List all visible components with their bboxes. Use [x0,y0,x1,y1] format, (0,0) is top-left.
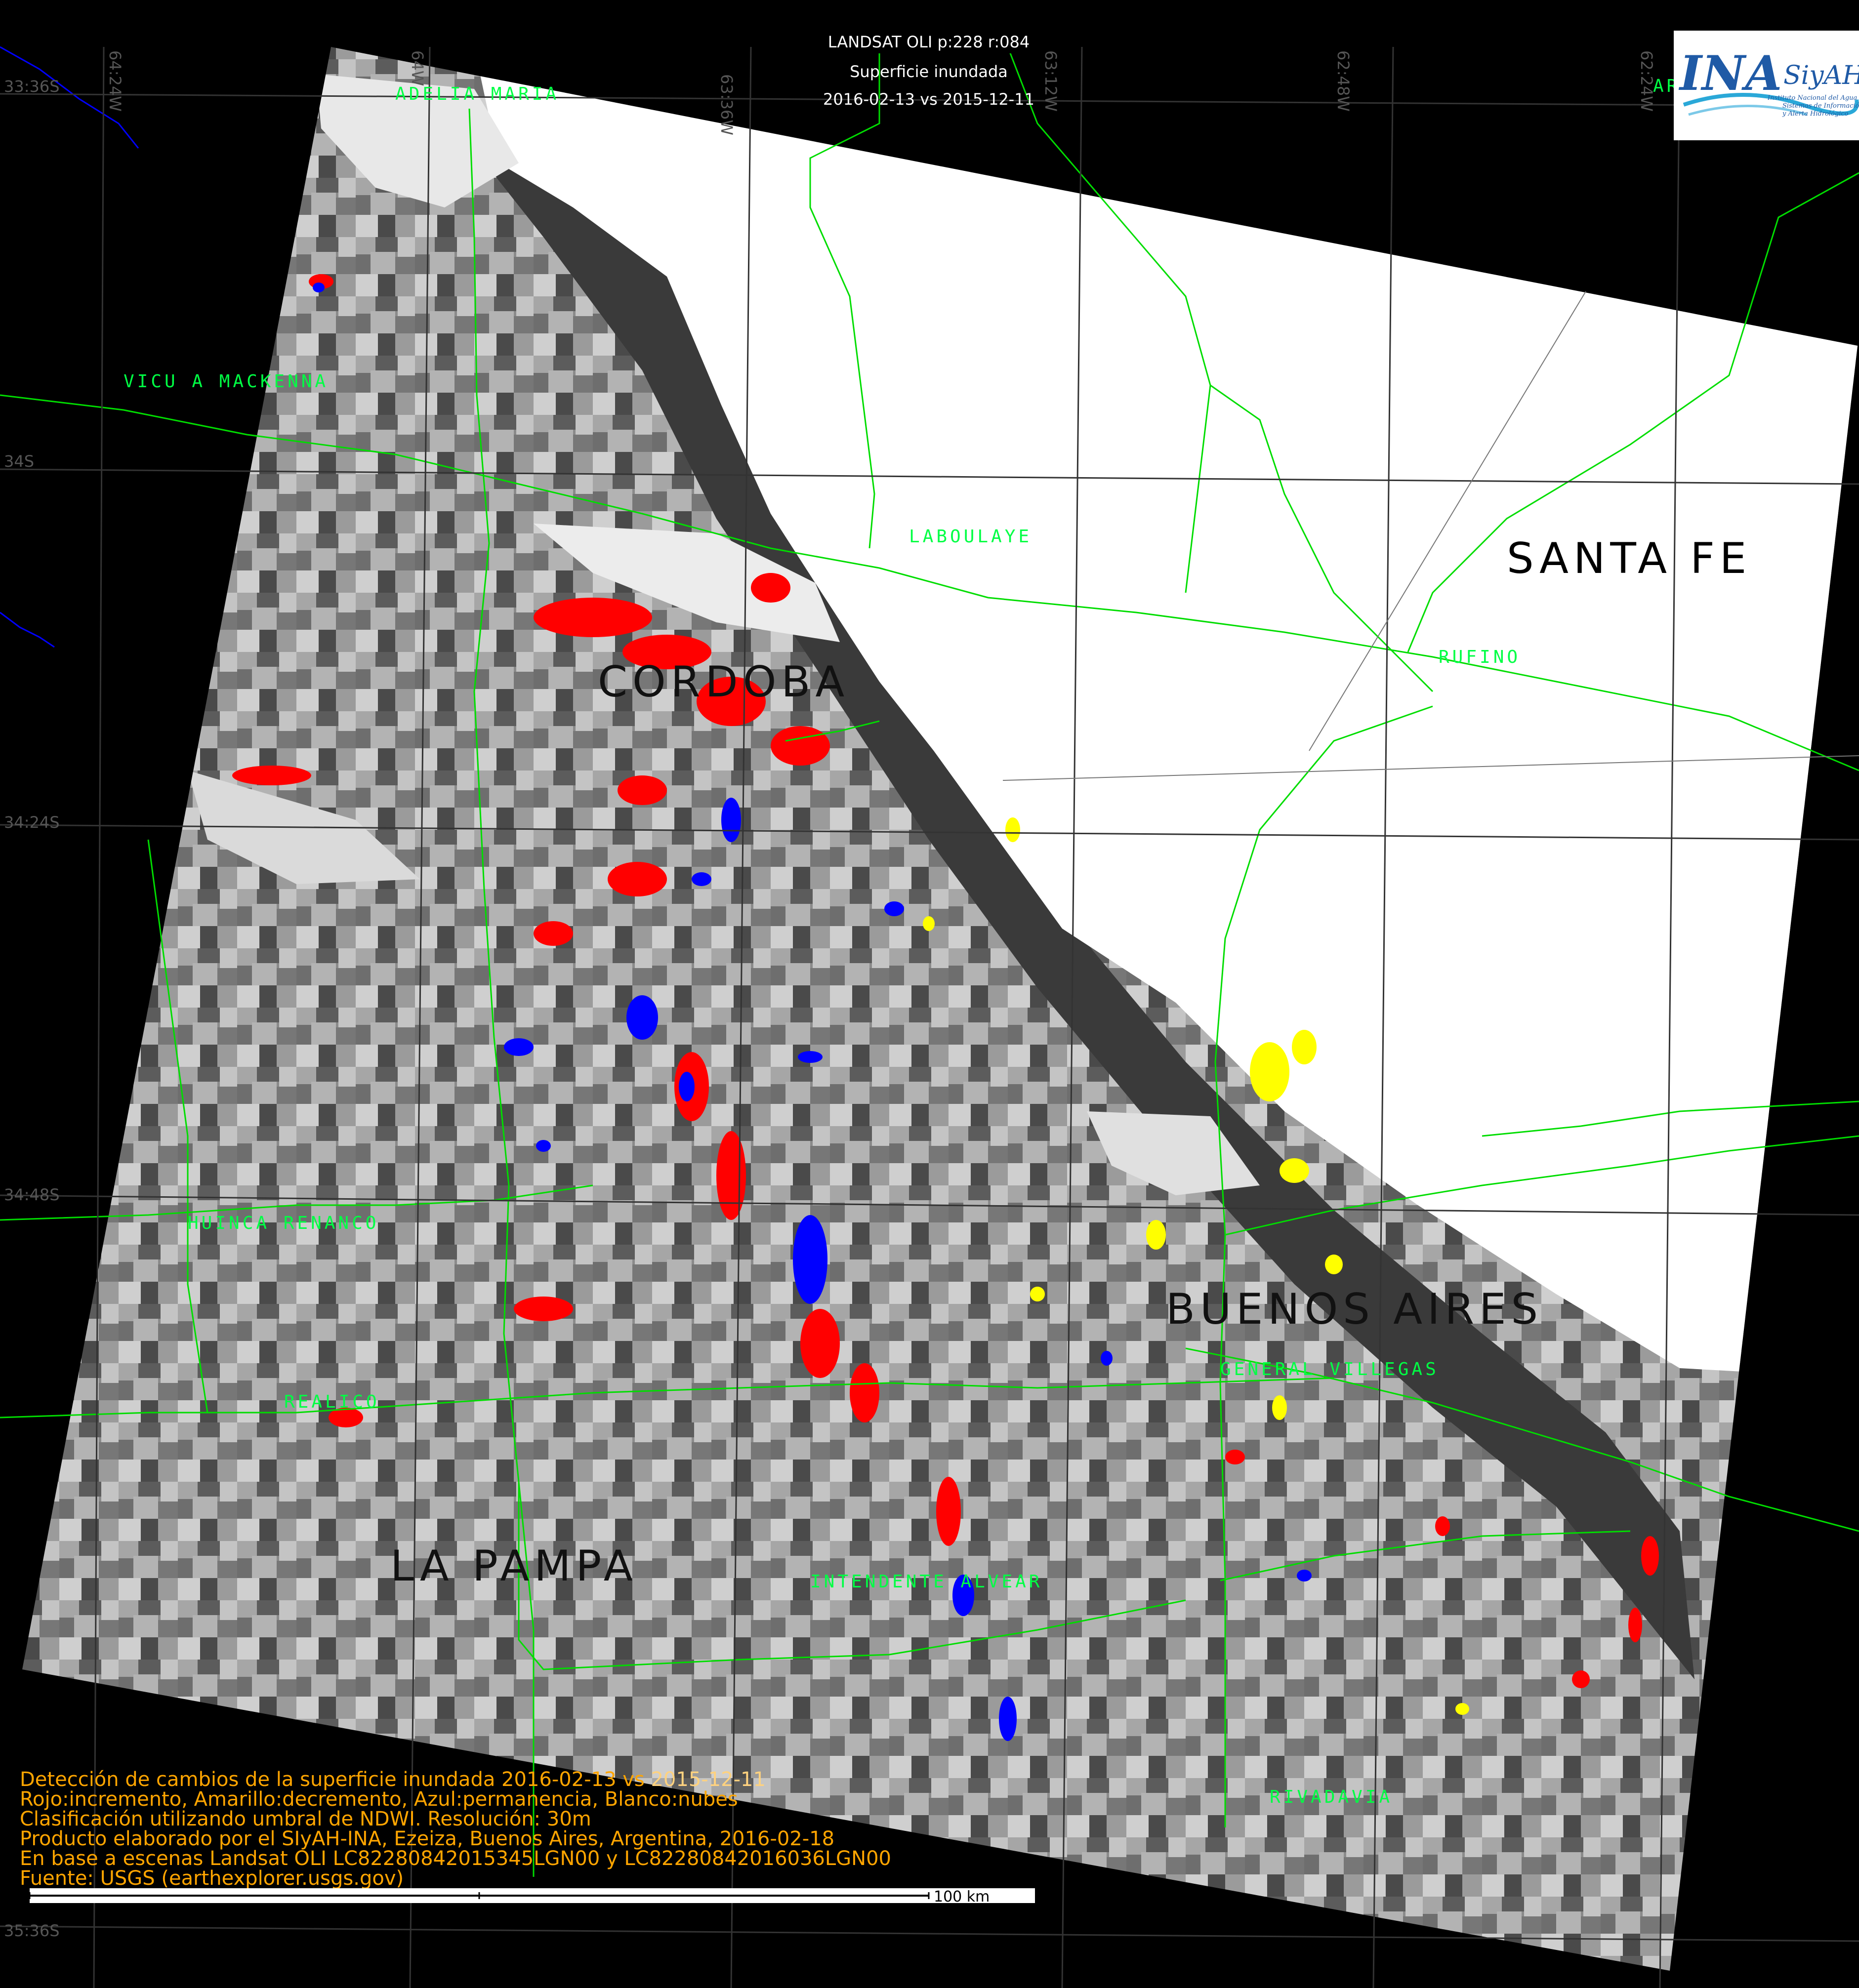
legend-line-3: Clasificación utilizando umbral de NDWI.… [20,1808,591,1830]
dept-label-general-villegas: GENERAL VILLEGAS [1220,1359,1439,1379]
dept-label-laboulaye: LABOULAYE [909,527,1032,547]
dept-label-realico: REALICO [284,1392,380,1412]
header-title: LANDSAT OLI p:228 r:084 [820,31,1037,53]
lon-label: 63:12W [1041,50,1060,112]
province-label-la-pampa: LA PAMPA [390,1542,638,1591]
scale-label: 100 km [934,1888,990,1903]
lon-label: 63:36W [717,74,736,135]
dept-label-intendente-alvear: INTENDENTE ALVEAR [810,1572,1042,1592]
legend-block: Detección de cambios de la superficie in… [20,1770,1107,1888]
logo-sub-3: y Alerta Hidrológico [1782,110,1849,118]
dept-label-rivadavia: RIVADAVIA [1270,1787,1393,1807]
scale-bar: 100 km [30,1888,1035,1903]
lon-label: 62:48W [1334,50,1353,112]
legend-line-1: Detección de cambios de la superficie in… [20,1770,1107,1789]
lon-label: 64W [408,50,427,86]
legend-line-5: En base a escenas Landsat OLI LC82280842… [20,1847,891,1870]
logo-brand: INA [1678,45,1782,101]
dept-label-vicuna-mackenna: VICU A MACKENNA [124,371,329,392]
dept-label-rufino: RUFINO [1439,647,1521,667]
logo-sub-2: Sistemas de Información [1782,102,1859,110]
lat-label: 34S [4,452,34,471]
flood-change-map: 33:36S 34S 34:24S 34:48S 35:36S 64:24W 6… [0,44,1859,1988]
legend-line-2: Rojo:incremento, Amarillo:decremento, Az… [20,1788,738,1811]
lon-label: 64:24W [106,50,124,112]
lat-label: 35:36S [4,1921,60,1940]
province-label-buenos-aires: BUENOS AIRES [1166,1285,1543,1334]
dept-label-huinca-renanco: HUINCA RENANCO [188,1213,379,1233]
logo-brand-2: SiyAH [1783,61,1859,90]
ina-siyah-logo: INA SiyAH Instituto Nacional del Agua Si… [1674,31,1859,140]
header-subtitle: Superficie inundada [850,62,1008,81]
province-label-santa-fe: SANTA FE [1507,534,1751,583]
legend-line-6: Fuente: USGS (earthexplorer.usgs.gov) [20,1867,404,1890]
legend-line-4: Producto elaborado por el SIyAH-INA, Eze… [20,1827,835,1850]
province-label-cordoba: CORDOBA [598,657,849,707]
lat-label: 33:36S [4,77,60,96]
header-dates: 2016-02-13 vs 2015-12-11 [823,90,1034,109]
logo-sub-1: Instituto Nacional del Agua [1767,94,1857,102]
lat-label: 34:24S [4,813,60,832]
rivers [0,46,139,648]
dept-label-adelia-maria: ADELIA MARIA [395,84,559,104]
lat-label: 34:48S [4,1185,60,1204]
